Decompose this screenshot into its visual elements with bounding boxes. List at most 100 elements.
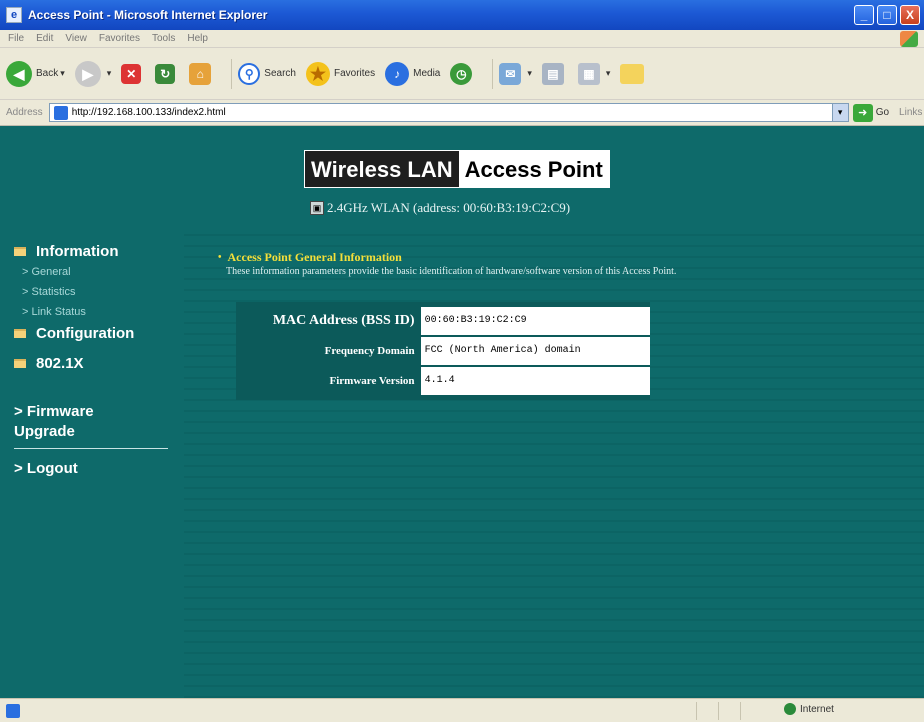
title-bar: e Access Point - Microsoft Internet Expl… xyxy=(0,0,924,30)
table-row: MAC Address (BSS ID) 00:60:B3:19:C2:C9 xyxy=(236,306,650,336)
folder-button[interactable] xyxy=(620,63,648,84)
sidebar-item-configuration[interactable]: Configuration xyxy=(0,322,184,344)
frequency-domain-value: FCC (North America) domain xyxy=(420,337,650,365)
folder-icon xyxy=(14,358,26,368)
minimize-button[interactable]: _ xyxy=(854,5,874,25)
frequency-domain-label: Frequency Domain xyxy=(324,345,415,357)
forward-button[interactable]: ▶ ▾ xyxy=(74,60,112,87)
section-title: • Access Point General Information xyxy=(218,250,402,265)
menu-bar: File Edit View Favorites Tools Help xyxy=(0,30,924,48)
menu-help[interactable]: Help xyxy=(187,33,208,44)
back-button[interactable]: ◀ Back ▾ xyxy=(6,60,65,87)
address-input[interactable]: http://192.168.100.133/index2.html ▾ xyxy=(48,103,849,122)
page-content: Wireless LAN Access Point ▣ 2.4GHz WLAN … xyxy=(0,126,924,698)
ie-app-icon: e xyxy=(6,7,22,23)
menu-view[interactable]: View xyxy=(65,33,87,44)
status-pane-divider xyxy=(740,702,741,720)
sidebar-item-label: Information xyxy=(36,242,119,260)
search-button[interactable]: ⚲ Search xyxy=(238,62,296,85)
chevron-down-icon[interactable]: ▾ xyxy=(831,104,848,121)
media-button[interactable]: ♪ Media xyxy=(385,61,441,86)
chevron-down-icon[interactable]: ▾ xyxy=(606,68,611,79)
sidebar-item-label: Configuration xyxy=(36,324,135,342)
toolbar: ◀ Back ▾ ▶ ▾ ✕ ↻ ⌂ ⚲ Search ★ Favorites … xyxy=(0,48,924,100)
address-bar: Address http://192.168.100.133/index2.ht… xyxy=(0,100,924,126)
bullet-icon: • xyxy=(218,252,222,263)
favorites-star-icon: ★ xyxy=(305,61,330,86)
menu-tools[interactable]: Tools xyxy=(152,33,175,44)
refresh-icon: ↻ xyxy=(155,63,176,84)
firmware-version-label: Firmware Version xyxy=(329,375,415,387)
edit-button[interactable]: ▦ ▾ xyxy=(577,62,611,85)
address-label: Address xyxy=(6,107,43,118)
history-icon: ◷ xyxy=(450,62,473,85)
search-label: Search xyxy=(264,68,296,79)
links-button[interactable]: Links xyxy=(899,107,922,118)
section-description: These information parameters provide the… xyxy=(226,266,677,277)
sidebar-item-802-1x[interactable]: 802.1X xyxy=(0,352,184,374)
page-status-icon xyxy=(6,703,20,718)
home-icon: ⌂ xyxy=(189,62,212,85)
sidebar-item-label: 802.1X xyxy=(36,354,84,372)
sidebar-item-logout[interactable]: > Logout xyxy=(0,459,184,479)
back-arrow-icon: ◀ xyxy=(6,60,32,87)
sidebar: Information > General > Statistics > Lin… xyxy=(0,234,184,698)
menu-file[interactable]: File xyxy=(8,33,24,44)
menu-favorites[interactable]: Favorites xyxy=(99,33,140,44)
wlan-card-icon: ▣ xyxy=(310,201,324,215)
window-title: Access Point - Microsoft Internet Explor… xyxy=(28,8,268,22)
info-table: MAC Address (BSS ID) 00:60:B3:19:C2:C9 F… xyxy=(236,302,650,400)
home-button[interactable]: ⌂ xyxy=(189,62,215,85)
security-zone: Internet xyxy=(784,703,834,715)
search-icon: ⚲ xyxy=(238,62,261,85)
folder-icon xyxy=(620,63,645,84)
page-header: Wireless LAN Access Point ▣ 2.4GHz WLAN … xyxy=(0,126,924,234)
toolbar-separator xyxy=(231,58,233,89)
favorites-button[interactable]: ★ Favorites xyxy=(305,61,376,86)
maximize-button[interactable]: □ xyxy=(877,5,897,25)
table-row: Firmware Version 4.1.4 xyxy=(236,366,650,396)
logo-part-wireless-lan: Wireless LAN xyxy=(305,151,459,187)
go-label: Go xyxy=(875,107,890,118)
sidebar-item-firmware-upgrade[interactable]: > Firmware Upgrade xyxy=(0,402,110,442)
go-button[interactable]: ➜ Go xyxy=(852,103,890,122)
sidebar-subitem-link-status[interactable]: > Link Status xyxy=(0,302,184,322)
refresh-button[interactable]: ↻ xyxy=(155,63,179,84)
close-button[interactable]: X xyxy=(900,5,920,25)
media-label: Media xyxy=(413,68,441,79)
history-button[interactable]: ◷ xyxy=(450,62,476,85)
logo-part-access-point: Access Point xyxy=(458,151,609,187)
wlan-address-text: 2.4GHz WLAN (address: 00:60:B3:19:C2:C9) xyxy=(327,200,571,215)
folder-icon xyxy=(14,328,26,338)
chevron-down-icon[interactable]: ▾ xyxy=(107,68,112,79)
back-label: Back xyxy=(36,68,59,79)
menu-edit[interactable]: Edit xyxy=(36,33,53,44)
address-url[interactable]: http://192.168.100.133/index2.html xyxy=(72,107,832,118)
status-pane-divider xyxy=(696,702,697,720)
stop-icon: ✕ xyxy=(121,63,142,84)
toolbar-separator xyxy=(492,58,494,89)
sidebar-subitem-general[interactable]: > General xyxy=(0,262,184,282)
forward-arrow-icon: ▶ xyxy=(74,60,101,87)
chevron-down-icon[interactable]: ▾ xyxy=(60,68,65,79)
chevron-down-icon[interactable]: ▾ xyxy=(527,68,532,79)
table-row: Frequency Domain FCC (North America) dom… xyxy=(236,336,650,366)
stop-button[interactable]: ✕ xyxy=(121,63,145,84)
section-title-text: Access Point General Information xyxy=(227,250,402,264)
sidebar-item-information[interactable]: Information xyxy=(0,240,184,262)
internet-globe-icon xyxy=(784,703,796,715)
folder-open-icon xyxy=(14,246,26,256)
mail-button[interactable]: ✉ ▾ xyxy=(499,62,532,85)
print-button[interactable]: ▤ xyxy=(541,62,568,85)
mac-address-value: 00:60:B3:19:C2:C9 xyxy=(420,307,650,335)
favorites-label: Favorites xyxy=(333,68,376,79)
edit-page-icon: ▦ xyxy=(577,62,600,85)
status-pane-divider xyxy=(718,702,719,720)
mail-icon: ✉ xyxy=(499,62,522,85)
media-icon: ♪ xyxy=(385,61,410,86)
zone-label: Internet xyxy=(800,703,834,715)
go-arrow-icon: ➜ xyxy=(852,103,873,122)
mac-address-label: MAC Address (BSS ID) xyxy=(272,313,415,328)
product-logo: Wireless LAN Access Point xyxy=(304,150,610,188)
sidebar-subitem-statistics[interactable]: > Statistics xyxy=(0,282,184,302)
